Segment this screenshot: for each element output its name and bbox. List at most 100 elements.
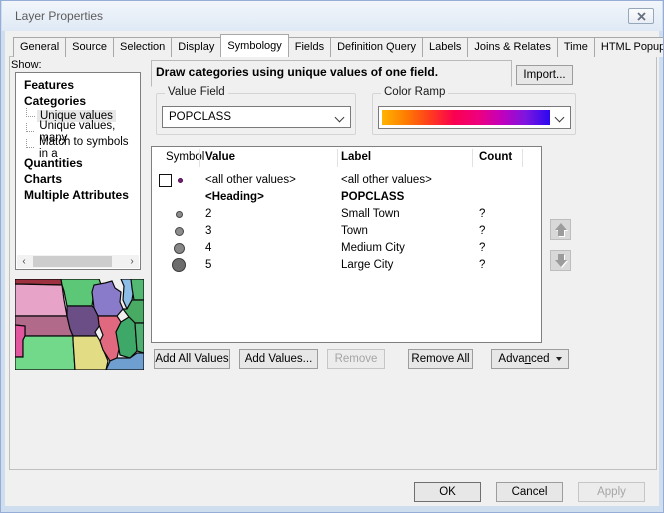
tab-selection[interactable]: Selection [113, 37, 172, 57]
tree-item-charts[interactable]: Charts [16, 171, 140, 187]
tree-item-label: Charts [21, 172, 65, 186]
remove-all-button[interactable]: Remove All [408, 349, 473, 369]
cell-count: ? [479, 259, 485, 271]
import-button[interactable]: Import... [516, 65, 573, 85]
titlebar[interactable]: Layer Properties [2, 1, 662, 31]
map-state-shape [135, 323, 144, 353]
layer-properties-dialog: Layer Properties GeneralSourceSelectionD… [0, 0, 664, 513]
tab-joins-relates[interactable]: Joins & Relates [467, 37, 557, 57]
all-other-values-checkbox[interactable] [159, 174, 172, 187]
tree-item-label: Quantities [21, 156, 86, 170]
point-symbol-swatch[interactable] [172, 258, 186, 272]
cell-value: <all other values> [205, 174, 296, 186]
chevron-down-icon [555, 113, 565, 123]
column-header-label[interactable]: Label [341, 151, 371, 163]
tab-html-popup[interactable]: HTML Popup [594, 37, 664, 57]
cell-label: Medium City [341, 242, 405, 254]
arrow-down-icon [555, 254, 567, 267]
point-symbol-swatch[interactable] [174, 243, 185, 254]
cell-value: 3 [205, 225, 211, 237]
chevron-down-icon [335, 113, 345, 123]
tree-item-label: Features [21, 78, 77, 92]
scroll-thumb[interactable] [33, 256, 112, 267]
show-tree: FeaturesCategoriesUnique valuesUnique va… [15, 72, 141, 270]
cell-value: 4 [205, 242, 211, 254]
value-field-group: Value Field POPCLASS [156, 93, 356, 135]
map-state-shape [67, 306, 100, 336]
cell-value: 2 [205, 208, 211, 220]
tree-item-multiple-attributes[interactable]: Multiple Attributes [16, 187, 140, 203]
tab-general[interactable]: General [13, 37, 66, 57]
value-field-value: POPCLASS [169, 111, 231, 123]
remove-button[interactable]: Remove [327, 349, 385, 369]
color-ramp-dropdown[interactable] [378, 106, 571, 129]
map-state-shape [15, 284, 67, 316]
cell-label: Small Town [341, 208, 400, 220]
apply-button[interactable]: Apply [578, 482, 645, 502]
map-preview-image [15, 279, 144, 370]
arrow-up-icon [555, 223, 567, 236]
dropdown-caret-icon [556, 357, 562, 361]
add-all-values-button[interactable]: Add All Values [154, 349, 230, 369]
value-field-label: Value Field [165, 86, 228, 98]
point-symbol-swatch[interactable] [176, 211, 183, 218]
column-header-count[interactable]: Count [479, 151, 512, 163]
point-symbol-swatch[interactable] [178, 178, 183, 183]
advanced-button[interactable]: Advanced [491, 349, 569, 369]
ok-button[interactable]: OK [414, 482, 481, 502]
show-label: Show: [11, 59, 42, 71]
panel-heading: Draw categories using unique values of o… [156, 65, 438, 79]
close-icon [637, 12, 646, 21]
move-up-button[interactable] [550, 219, 571, 240]
add-values-button[interactable]: Add Values... [239, 349, 318, 369]
unique-values-table[interactable]: SymbolValueLabelCount<all other values><… [151, 146, 542, 343]
tree-horizontal-scrollbar[interactable]: ‹› [17, 255, 139, 268]
tabstrip: GeneralSourceSelectionDisplaySymbologyFi… [13, 34, 664, 57]
color-ramp-swatch [382, 110, 550, 125]
cell-count: ? [479, 242, 485, 254]
column-separator [337, 149, 338, 167]
tab-display[interactable]: Display [171, 37, 221, 57]
tree-item-label: Multiple Attributes [21, 188, 132, 202]
tree-connector [26, 123, 34, 132]
scroll-left-icon[interactable]: ‹ [17, 255, 31, 268]
tree-item-features[interactable]: Features [16, 77, 140, 93]
column-header-value[interactable]: Value [205, 151, 235, 163]
map-state-shape [131, 279, 144, 300]
tab-labels[interactable]: Labels [422, 37, 468, 57]
column-separator [199, 149, 200, 167]
map-preview [15, 279, 144, 370]
value-field-dropdown[interactable]: POPCLASS [162, 106, 351, 128]
cancel-button[interactable]: Cancel [496, 482, 563, 502]
map-state-shape [15, 336, 75, 370]
column-separator [472, 149, 473, 167]
tab-definition-query[interactable]: Definition Query [330, 37, 423, 57]
tab-time[interactable]: Time [557, 37, 595, 57]
cell-label: POPCLASS [341, 191, 404, 203]
cell-label: Large City [341, 259, 393, 271]
tab-symbology[interactable]: Symbology [220, 34, 288, 57]
color-ramp-group: Color Ramp [372, 93, 576, 135]
tree-connector [26, 139, 34, 148]
map-state-shape [92, 281, 123, 316]
cell-label: Town [341, 225, 368, 237]
cell-value: <Heading> [205, 191, 264, 203]
tab-source[interactable]: Source [65, 37, 114, 57]
cell-label: <all other values> [341, 174, 432, 186]
cell-count: ? [479, 208, 485, 220]
tab-fields[interactable]: Fields [288, 37, 331, 57]
point-symbol-swatch[interactable] [175, 227, 184, 236]
advanced-label: Advanced [498, 353, 549, 365]
close-button[interactable] [628, 8, 654, 24]
window-title: Layer Properties [15, 1, 103, 31]
tree-item-categories[interactable]: Categories [16, 93, 140, 109]
column-separator [522, 149, 523, 167]
tree-connector [26, 108, 35, 117]
tree-item-label: Categories [21, 94, 89, 108]
scroll-right-icon[interactable]: › [125, 255, 139, 268]
color-ramp-label: Color Ramp [381, 86, 448, 98]
cell-value: 5 [205, 259, 211, 271]
tree-item-match-to-symbols-in-a[interactable]: Match to symbols in a [16, 140, 140, 156]
move-down-button[interactable] [550, 250, 571, 271]
cell-count: ? [479, 225, 485, 237]
